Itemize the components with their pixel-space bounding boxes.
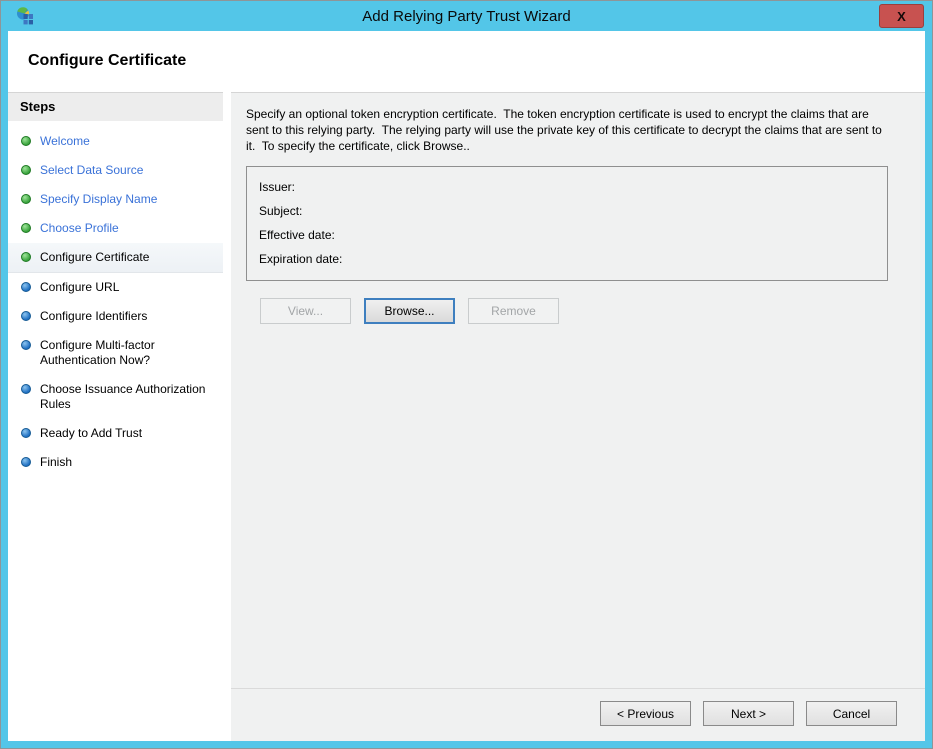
cert-field-label: Expiration date: [259, 252, 342, 266]
adfs-wizard-icon [15, 6, 35, 26]
step-upcoming-bullet-icon [21, 384, 31, 394]
step-ready-to-add-trust: Ready to Add Trust [8, 419, 223, 448]
header-band: Configure Certificate [8, 31, 925, 92]
step-configure-mfa: Configure Multi-factor Authentication No… [8, 331, 223, 375]
wizard-footer: < Previous Next > Cancel [231, 688, 925, 741]
browse-button[interactable]: Browse... [364, 298, 455, 324]
step-label: Finish [40, 455, 215, 470]
cert-field-label: Issuer: [259, 180, 295, 194]
step-label: Choose Issuance Authorization Rules [40, 382, 215, 412]
steps-sidebar: Steps Welcome Select Data Source Specify… [8, 92, 223, 741]
steps-header: Steps [8, 93, 223, 121]
step-upcoming-bullet-icon [21, 340, 31, 350]
cert-field-expiration-date: Expiration date: [259, 247, 875, 271]
step-choose-profile[interactable]: Choose Profile [8, 214, 223, 243]
step-upcoming-bullet-icon [21, 282, 31, 292]
titlebar[interactable]: Add Relying Party Trust Wizard X [8, 1, 925, 31]
cert-field-effective-date: Effective date: [259, 223, 875, 247]
next-button[interactable]: Next > [703, 701, 794, 726]
step-label: Configure Identifiers [40, 309, 215, 324]
content-panel: Specify an optional token encryption cer… [231, 92, 925, 741]
step-label[interactable]: Choose Profile [40, 221, 215, 236]
page-title: Configure Certificate [28, 52, 925, 70]
step-choose-issuance-rules: Choose Issuance Authorization Rules [8, 375, 223, 419]
panels: Steps Welcome Select Data Source Specify… [8, 92, 925, 741]
cert-field-subject: Subject: [259, 199, 875, 223]
step-completed-bullet-icon [21, 223, 31, 233]
cert-field-label: Subject: [259, 204, 302, 218]
step-label[interactable]: Welcome [40, 134, 215, 149]
step-configure-identifiers: Configure Identifiers [8, 302, 223, 331]
step-upcoming-bullet-icon [21, 311, 31, 321]
step-completed-bullet-icon [21, 165, 31, 175]
step-configure-url: Configure URL [8, 273, 223, 302]
step-label[interactable]: Specify Display Name [40, 192, 215, 207]
step-configure-certificate-current: Configure Certificate [8, 243, 223, 273]
certificate-actions: View... Browse... Remove [260, 298, 888, 324]
cert-field-label: Effective date: [259, 228, 335, 242]
step-label: Ready to Add Trust [40, 426, 215, 441]
page-description: Specify an optional token encryption cer… [246, 106, 888, 154]
step-upcoming-bullet-icon [21, 428, 31, 438]
step-finish: Finish [8, 448, 223, 477]
cancel-button[interactable]: Cancel [806, 701, 897, 726]
view-button: View... [260, 298, 351, 324]
step-welcome[interactable]: Welcome [8, 127, 223, 156]
close-button[interactable]: X [879, 4, 924, 28]
step-label[interactable]: Select Data Source [40, 163, 215, 178]
content-inner: Specify an optional token encryption cer… [231, 93, 925, 688]
certificate-details-box: Issuer: Subject: Effective date: Ex [246, 166, 888, 281]
step-label: Configure Certificate [40, 250, 215, 265]
step-upcoming-bullet-icon [21, 457, 31, 467]
previous-button[interactable]: < Previous [600, 701, 691, 726]
remove-button: Remove [468, 298, 559, 324]
step-label: Configure URL [40, 280, 215, 295]
window-title: Add Relying Party Trust Wizard [8, 8, 925, 25]
step-current-bullet-icon [21, 252, 31, 262]
step-specify-display-name[interactable]: Specify Display Name [8, 185, 223, 214]
step-label: Configure Multi-factor Authentication No… [40, 338, 215, 368]
steps-list: Welcome Select Data Source Specify Displ… [8, 127, 223, 477]
step-completed-bullet-icon [21, 136, 31, 146]
step-completed-bullet-icon [21, 194, 31, 204]
cert-field-issuer: Issuer: [259, 175, 875, 199]
step-select-data-source[interactable]: Select Data Source [8, 156, 223, 185]
window-body: Configure Certificate Steps Welcome Sele… [8, 31, 925, 741]
wizard-window: Add Relying Party Trust Wizard X Configu… [0, 0, 933, 749]
